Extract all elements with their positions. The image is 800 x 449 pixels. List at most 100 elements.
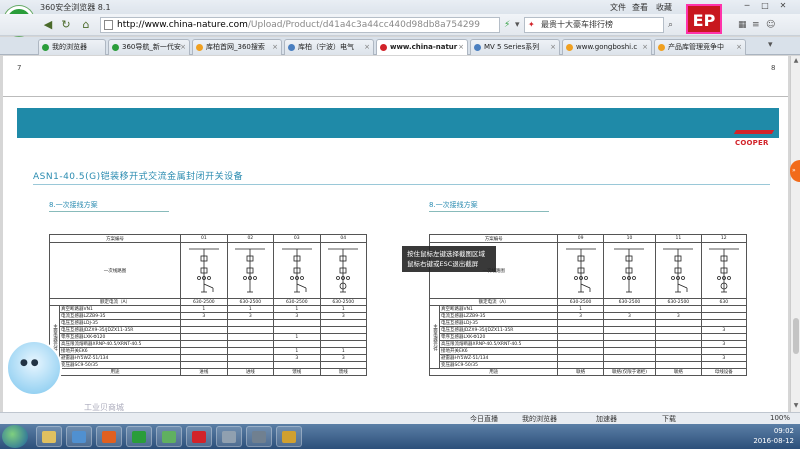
minimize-icon[interactable]: ─: [740, 1, 754, 12]
tab-list-icon[interactable]: ▾: [768, 40, 773, 50]
taskbar-camera-icon[interactable]: [246, 426, 272, 447]
extensions-icon[interactable]: ▦: [738, 17, 747, 33]
maximize-icon[interactable]: □: [758, 1, 772, 12]
search-text: 最贵十大豪车排行榜: [541, 20, 613, 29]
scroll-up-icon[interactable]: ▲: [792, 57, 800, 65]
tab-1[interactable]: 360导航_新一代安 ×: [108, 39, 190, 55]
component-label: 避雷器HY5WZ-51/134: [58, 354, 182, 362]
screenshot-tooltip: 按住鼠标左键选择截图区域 鼠标右键或ESC退出截屏: [402, 246, 496, 272]
component-qty-cell: [319, 361, 368, 369]
search-input[interactable]: ✦ 最贵十大豪车排行榜: [524, 17, 664, 33]
component-qty-cell: [557, 347, 604, 355]
table-row: 高压限流熔断器XRNP-40.5/XRNT-40.5: [50, 340, 368, 348]
zoom-level[interactable]: 100%: [770, 414, 790, 422]
home-icon[interactable]: ⌂: [78, 17, 94, 33]
component-qty-cell: [557, 354, 604, 362]
menu-favorites[interactable]: 收藏: [656, 2, 672, 13]
dropdown-icon[interactable]: ▾: [515, 17, 520, 33]
usage-cell: 馈线: [273, 368, 321, 376]
tab-5[interactable]: MV 5 Series系列 ×: [470, 39, 560, 55]
rated-current-cell: 630-2500: [273, 298, 321, 306]
component-qty-cell: [602, 319, 657, 327]
table-row: 电压互感器LDJ-35: [50, 319, 368, 327]
system-clock[interactable]: 09:02 2016-08-12: [753, 426, 794, 446]
taskbar-browser360-icon[interactable]: [126, 426, 152, 447]
taskbar-app-icon[interactable]: [156, 426, 182, 447]
start-button-icon[interactable]: [2, 425, 28, 448]
tab-close-icon[interactable]: ×: [272, 40, 278, 55]
my-browser-link[interactable]: 我的浏览器: [522, 414, 557, 424]
refresh-icon[interactable]: ↻: [58, 17, 74, 33]
component-qty-cell: [602, 305, 657, 313]
component-qty-cell: [319, 333, 368, 341]
component-qty-cell: [273, 319, 321, 327]
lightning-icon[interactable]: ⚡: [504, 17, 510, 33]
component-qty-cell: [602, 347, 657, 355]
diagram-cell: [602, 242, 657, 299]
usage-cell: 馈线: [319, 368, 368, 376]
component-qty-cell: [557, 361, 604, 369]
scroll-down-icon[interactable]: ▼: [792, 402, 800, 410]
menu-icon[interactable]: ≡: [752, 17, 760, 33]
tab-close-icon[interactable]: ×: [180, 40, 186, 55]
component-qty-cell: [655, 333, 702, 341]
table-row: 零序互感器LXK-Φ120: [430, 333, 748, 341]
tab-close-icon[interactable]: ×: [364, 40, 370, 55]
mascot-icon[interactable]: [6, 340, 62, 396]
ep-logo-icon[interactable]: EP: [686, 4, 722, 34]
page-number-right: 8: [771, 64, 776, 72]
component-qty-cell: [273, 326, 321, 334]
brand-logo: COOPER: [735, 139, 769, 147]
search-icon[interactable]: ⌕: [668, 17, 673, 33]
diagram-cell: [557, 242, 604, 299]
table-row: 零序互感器LXK-Φ120 1: [50, 333, 368, 341]
tab-0[interactable]: 我的浏览器: [38, 39, 106, 55]
taskbar-tool-icon[interactable]: [216, 426, 242, 447]
scheme-number-cell: 04: [319, 234, 368, 243]
close-icon[interactable]: ✕: [776, 1, 790, 12]
rated-current-cell: 630: [700, 298, 748, 306]
tab-2[interactable]: 库柏首网_360搜索 ×: [192, 39, 282, 55]
component-label: 电压互感器LDJ-35: [438, 319, 559, 327]
tab-4-active[interactable]: www.china-natur ×: [376, 39, 468, 55]
tab-close-icon[interactable]: ×: [642, 40, 648, 55]
status-bar: 今日直播 我的浏览器 加速器 下载 100%: [0, 412, 800, 424]
table-header-row: 方案编号 01 02 03 04: [48, 234, 368, 243]
component-label: 高压限流熔断器XRNP-40.5/XRNT-40.5: [438, 340, 559, 348]
menu-view[interactable]: 查看: [632, 2, 648, 13]
tab-3[interactable]: 库柏（宁波）电气 ×: [284, 39, 374, 55]
tab-7[interactable]: 产品库管理竞争中 ×: [654, 39, 746, 55]
search-engine-icon: ✦: [528, 20, 535, 29]
taskbar-ep-icon[interactable]: [186, 426, 212, 447]
single-line-diagram-icon: [708, 248, 739, 292]
document-page: 7 8 COOPER ASN1-40.5(G)铠装移开式交流金属封闭开关设备 8…: [3, 56, 788, 412]
tab-favicon-icon: [196, 44, 203, 51]
wiring-table-left: 方案编号 01 02 03 04 一次线路图 额定电流（A） 630-2500 630-2500…: [48, 234, 368, 376]
vertical-scrollbar[interactable]: ▲ ▼: [790, 56, 800, 412]
component-qty-cell: [655, 319, 702, 327]
download-button[interactable]: 下载: [662, 414, 676, 424]
component-label: 避雷器HY5WZ-51/134: [438, 354, 559, 362]
tab-6[interactable]: www.gongboshi.c ×: [562, 39, 652, 55]
tab-favicon-icon: [658, 44, 665, 51]
usage-cell: 进线: [226, 368, 275, 376]
scroll-thumb[interactable]: [793, 318, 799, 354]
component-qty-cell: [180, 354, 228, 362]
back-icon[interactable]: ◀: [40, 17, 56, 33]
today-live-link[interactable]: 今日直播: [470, 414, 498, 424]
accelerator-button[interactable]: 加速器: [596, 414, 617, 424]
user-icon[interactable]: ☺: [766, 17, 775, 33]
tab-close-icon[interactable]: ×: [736, 40, 742, 55]
menu-file[interactable]: 文件: [610, 2, 626, 13]
tab-close-icon[interactable]: ×: [550, 40, 556, 55]
usage-cell: 联络: [655, 368, 702, 376]
taskbar-chat-icon[interactable]: [276, 426, 302, 447]
taskbar-player-icon[interactable]: [96, 426, 122, 447]
single-line-diagram-icon: [235, 248, 266, 292]
component-qty-cell: 1: [226, 305, 275, 313]
tab-close-icon[interactable]: ×: [458, 40, 464, 55]
address-bar[interactable]: http://www.china-nature.com/Upload/Produ…: [100, 17, 500, 33]
taskbar-explorer-icon[interactable]: [36, 426, 62, 447]
taskbar-media-icon[interactable]: [66, 426, 92, 447]
tab-favicon-icon: [42, 44, 49, 51]
